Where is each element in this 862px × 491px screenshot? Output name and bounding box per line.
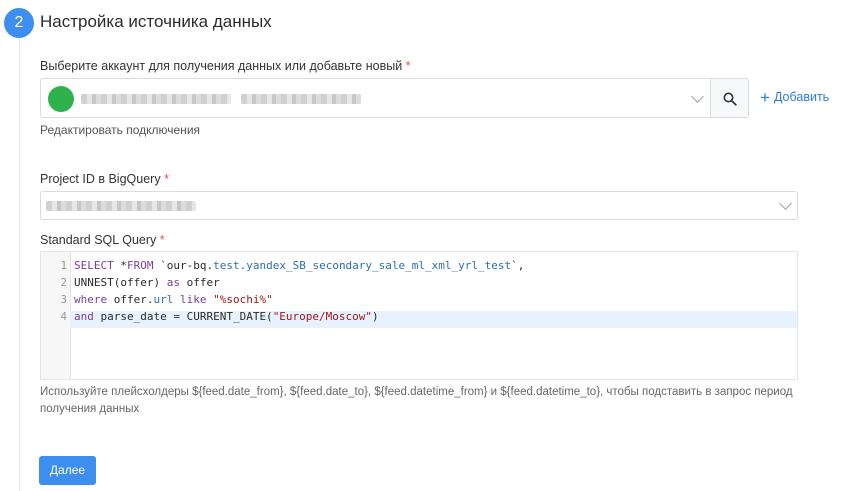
- code-line[interactable]: where offer.url like "%sochi%": [74, 291, 273, 308]
- search-account-button[interactable]: [711, 78, 749, 118]
- project-label: Project ID в BigQuery *: [40, 172, 169, 186]
- sql-label-text: Standard SQL Query: [40, 233, 157, 247]
- add-account-link[interactable]: + Добавить: [760, 88, 830, 107]
- required-mark: *: [159, 233, 165, 247]
- account-status-dot: [48, 86, 74, 112]
- edit-connections-link[interactable]: Редактировать подключения: [40, 123, 200, 137]
- account-email-redacted: [241, 94, 361, 104]
- step-connector-line: [19, 38, 20, 491]
- line-number-gutter: 1 2 3 4: [41, 252, 71, 379]
- next-button[interactable]: Далее: [39, 456, 96, 485]
- account-select[interactable]: [40, 78, 711, 118]
- line-number: 1: [60, 260, 67, 272]
- required-mark: *: [164, 172, 169, 186]
- section-title: Настройка источника данных: [40, 12, 272, 31]
- step-number-badge: 2: [4, 8, 34, 38]
- project-label-text: Project ID в BigQuery: [40, 172, 161, 186]
- add-account-label: Добавить: [773, 90, 830, 104]
- line-number: 4: [60, 311, 67, 323]
- sql-editor[interactable]: 1 2 3 4 SELECT *FROM `our-bq.test.yandex…: [40, 251, 798, 380]
- placeholder-hint: Используйте плейсхолдеры ${feed.date_fro…: [40, 386, 793, 415]
- required-mark: *: [405, 59, 411, 73]
- account-label: Выберите аккаунт для получения данных ил…: [40, 59, 411, 73]
- account-label-text: Выберите аккаунт для получения данных ил…: [40, 59, 403, 73]
- line-number: 3: [60, 294, 67, 306]
- chevron-down-icon[interactable]: [779, 197, 792, 210]
- code-line[interactable]: and parse_date = CURRENT_DATE("Europe/Mo…: [74, 308, 379, 325]
- line-number: 2: [60, 277, 67, 289]
- search-icon: [723, 92, 737, 106]
- code-line[interactable]: SELECT *FROM `our-bq.test.yandex_SB_seco…: [74, 257, 524, 274]
- sql-label: Standard SQL Query *: [40, 233, 165, 247]
- project-id-redacted: [46, 201, 196, 211]
- chevron-down-icon[interactable]: [691, 90, 704, 103]
- plus-icon: +: [760, 88, 770, 107]
- code-line[interactable]: UNNEST(offer) as offer: [74, 274, 220, 291]
- account-name-redacted: [81, 94, 231, 104]
- project-id-select[interactable]: [40, 191, 798, 220]
